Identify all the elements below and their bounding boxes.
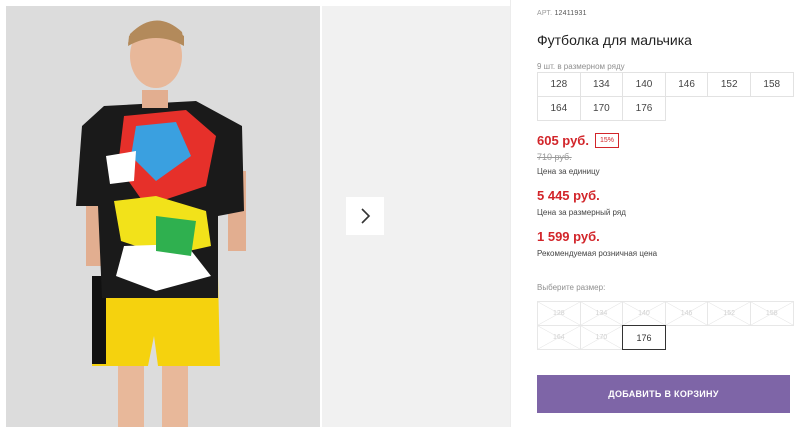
sku-value: 12411931 [554,10,587,17]
old-price: 710 руб. [537,152,572,162]
add-to-cart-button[interactable]: ДОБАВИТЬ В КОРЗИНУ [537,375,790,413]
size-option-disabled: 152 [707,301,751,326]
gallery-next-button[interactable] [346,197,384,235]
retail-price: 1 599 руб. [537,229,600,244]
size-row-cell: 152 [707,72,751,97]
size-row-cell: 158 [749,72,794,97]
size-option-disabled: 170 [579,325,624,350]
product-title: Футболка для мальчика [537,32,692,48]
size-row-cell: 140 [622,72,666,97]
size-row-cell: 176 [622,96,666,121]
product-photo-image [6,6,320,427]
row-price-label: Цена за размерный ряд [537,208,626,217]
size-option-disabled: 134 [579,301,624,326]
sku-label: АРТ. [537,10,553,17]
size-option-disabled: 128 [537,301,581,326]
product-sku: АРТ. 12411931 [537,10,587,17]
size-row-cell: 164 [537,96,581,121]
size-select-label: Выберите размер: [537,283,606,292]
product-photo-main[interactable] [6,6,320,427]
size-option-disabled: 146 [664,301,709,326]
size-row-cell: 170 [579,96,624,121]
size-option-selected[interactable]: 176 [622,325,666,350]
size-row-cell: 128 [537,72,581,97]
price-row: 605 руб. 15% [537,133,619,148]
chevron-right-icon [361,208,371,224]
panel-divider [510,0,511,427]
unit-price: 605 руб. [537,133,589,148]
product-gallery [0,0,510,427]
size-row-table: 128 134 140 146 152 158 164 170 176 [537,72,794,121]
discount-badge: 15% [594,133,619,148]
size-option-disabled: 140 [622,301,666,326]
row-price: 5 445 руб. [537,188,600,203]
retail-price-label: Рекомендуемая розничная цена [537,249,658,258]
size-selector: 128 134 140 146 152 158 164 170 176 [537,301,794,350]
size-row-cell: 146 [664,72,709,97]
size-row-cell: 134 [579,72,624,97]
unit-price-label: Цена за единицу [537,167,600,176]
size-option-disabled: 158 [749,301,794,326]
size-row-count: 9 шт. в размерном ряду [537,62,625,71]
size-option-disabled: 164 [537,325,581,350]
